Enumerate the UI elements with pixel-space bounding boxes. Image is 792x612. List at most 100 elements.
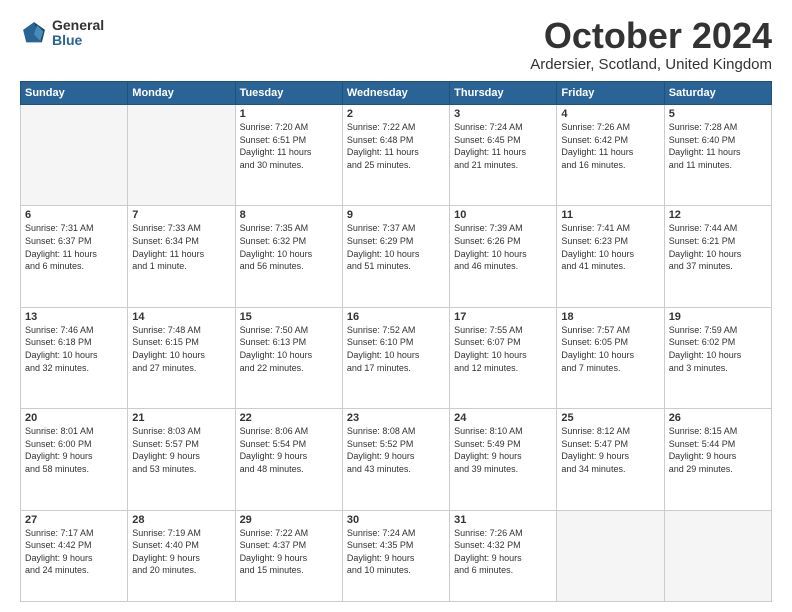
day-number: 3: [454, 108, 552, 120]
day-number: 16: [347, 311, 445, 323]
day-info: Sunrise: 7:59 AM Sunset: 6:02 PM Dayligh…: [669, 324, 767, 374]
day-info: Sunrise: 7:33 AM Sunset: 6:34 PM Dayligh…: [132, 222, 230, 272]
weekday-header: Wednesday: [342, 82, 449, 105]
weekday-header: Tuesday: [235, 82, 342, 105]
day-info: Sunrise: 8:15 AM Sunset: 5:44 PM Dayligh…: [669, 425, 767, 475]
calendar-cell: 6Sunrise: 7:31 AM Sunset: 6:37 PM Daylig…: [21, 206, 128, 307]
day-info: Sunrise: 7:26 AM Sunset: 4:32 PM Dayligh…: [454, 527, 552, 577]
month-title: October 2024: [530, 18, 772, 54]
calendar-cell: 4Sunrise: 7:26 AM Sunset: 6:42 PM Daylig…: [557, 105, 664, 206]
day-info: Sunrise: 8:08 AM Sunset: 5:52 PM Dayligh…: [347, 425, 445, 475]
day-info: Sunrise: 8:06 AM Sunset: 5:54 PM Dayligh…: [240, 425, 338, 475]
day-info: Sunrise: 8:12 AM Sunset: 5:47 PM Dayligh…: [561, 425, 659, 475]
day-number: 23: [347, 412, 445, 424]
calendar-cell: 31Sunrise: 7:26 AM Sunset: 4:32 PM Dayli…: [450, 510, 557, 601]
weekday-header: Monday: [128, 82, 235, 105]
day-info: Sunrise: 8:01 AM Sunset: 6:00 PM Dayligh…: [25, 425, 123, 475]
day-info: Sunrise: 7:19 AM Sunset: 4:40 PM Dayligh…: [132, 527, 230, 577]
calendar-week-row: 27Sunrise: 7:17 AM Sunset: 4:42 PM Dayli…: [21, 510, 772, 601]
day-number: 15: [240, 311, 338, 323]
calendar-cell: 19Sunrise: 7:59 AM Sunset: 6:02 PM Dayli…: [664, 307, 771, 408]
day-info: Sunrise: 7:22 AM Sunset: 4:37 PM Dayligh…: [240, 527, 338, 577]
day-number: 21: [132, 412, 230, 424]
calendar-cell: 16Sunrise: 7:52 AM Sunset: 6:10 PM Dayli…: [342, 307, 449, 408]
day-info: Sunrise: 7:17 AM Sunset: 4:42 PM Dayligh…: [25, 527, 123, 577]
day-number: 31: [454, 514, 552, 526]
calendar-cell: 20Sunrise: 8:01 AM Sunset: 6:00 PM Dayli…: [21, 409, 128, 510]
calendar-cell: 11Sunrise: 7:41 AM Sunset: 6:23 PM Dayli…: [557, 206, 664, 307]
calendar-cell: 1Sunrise: 7:20 AM Sunset: 6:51 PM Daylig…: [235, 105, 342, 206]
day-number: 22: [240, 412, 338, 424]
day-info: Sunrise: 7:22 AM Sunset: 6:48 PM Dayligh…: [347, 121, 445, 171]
day-number: 2: [347, 108, 445, 120]
calendar-cell: 27Sunrise: 7:17 AM Sunset: 4:42 PM Dayli…: [21, 510, 128, 601]
calendar-cell: 3Sunrise: 7:24 AM Sunset: 6:45 PM Daylig…: [450, 105, 557, 206]
day-info: Sunrise: 7:44 AM Sunset: 6:21 PM Dayligh…: [669, 222, 767, 272]
day-info: Sunrise: 7:55 AM Sunset: 6:07 PM Dayligh…: [454, 324, 552, 374]
logo-text: General Blue: [52, 18, 104, 49]
day-number: 24: [454, 412, 552, 424]
day-info: Sunrise: 7:41 AM Sunset: 6:23 PM Dayligh…: [561, 222, 659, 272]
calendar-cell: 10Sunrise: 7:39 AM Sunset: 6:26 PM Dayli…: [450, 206, 557, 307]
calendar-cell: [128, 105, 235, 206]
day-number: 10: [454, 209, 552, 221]
weekday-header: Thursday: [450, 82, 557, 105]
calendar-cell: 18Sunrise: 7:57 AM Sunset: 6:05 PM Dayli…: [557, 307, 664, 408]
day-number: 8: [240, 209, 338, 221]
day-number: 17: [454, 311, 552, 323]
weekday-header: Saturday: [664, 82, 771, 105]
calendar-cell: 7Sunrise: 7:33 AM Sunset: 6:34 PM Daylig…: [128, 206, 235, 307]
page: General Blue October 2024 Ardersier, Sco…: [0, 0, 792, 612]
day-info: Sunrise: 7:52 AM Sunset: 6:10 PM Dayligh…: [347, 324, 445, 374]
calendar-cell: 22Sunrise: 8:06 AM Sunset: 5:54 PM Dayli…: [235, 409, 342, 510]
day-number: 5: [669, 108, 767, 120]
calendar-cell: 9Sunrise: 7:37 AM Sunset: 6:29 PM Daylig…: [342, 206, 449, 307]
day-number: 11: [561, 209, 659, 221]
calendar-cell: 29Sunrise: 7:22 AM Sunset: 4:37 PM Dayli…: [235, 510, 342, 601]
day-info: Sunrise: 7:24 AM Sunset: 6:45 PM Dayligh…: [454, 121, 552, 171]
calendar-cell: 24Sunrise: 8:10 AM Sunset: 5:49 PM Dayli…: [450, 409, 557, 510]
day-number: 19: [669, 311, 767, 323]
day-info: Sunrise: 8:03 AM Sunset: 5:57 PM Dayligh…: [132, 425, 230, 475]
calendar-cell: 28Sunrise: 7:19 AM Sunset: 4:40 PM Dayli…: [128, 510, 235, 601]
day-number: 20: [25, 412, 123, 424]
day-info: Sunrise: 7:26 AM Sunset: 6:42 PM Dayligh…: [561, 121, 659, 171]
day-number: 9: [347, 209, 445, 221]
calendar-week-row: 1Sunrise: 7:20 AM Sunset: 6:51 PM Daylig…: [21, 105, 772, 206]
day-info: Sunrise: 7:20 AM Sunset: 6:51 PM Dayligh…: [240, 121, 338, 171]
day-info: Sunrise: 7:35 AM Sunset: 6:32 PM Dayligh…: [240, 222, 338, 272]
day-number: 12: [669, 209, 767, 221]
calendar-cell: 30Sunrise: 7:24 AM Sunset: 4:35 PM Dayli…: [342, 510, 449, 601]
calendar-cell: 23Sunrise: 8:08 AM Sunset: 5:52 PM Dayli…: [342, 409, 449, 510]
day-info: Sunrise: 7:31 AM Sunset: 6:37 PM Dayligh…: [25, 222, 123, 272]
calendar-header-row: SundayMondayTuesdayWednesdayThursdayFrid…: [21, 82, 772, 105]
day-number: 28: [132, 514, 230, 526]
weekday-header: Sunday: [21, 82, 128, 105]
title-block: October 2024 Ardersier, Scotland, United…: [530, 18, 772, 73]
weekday-header: Friday: [557, 82, 664, 105]
calendar-cell: 2Sunrise: 7:22 AM Sunset: 6:48 PM Daylig…: [342, 105, 449, 206]
calendar-cell: 14Sunrise: 7:48 AM Sunset: 6:15 PM Dayli…: [128, 307, 235, 408]
calendar-week-row: 20Sunrise: 8:01 AM Sunset: 6:00 PM Dayli…: [21, 409, 772, 510]
day-number: 29: [240, 514, 338, 526]
day-number: 26: [669, 412, 767, 424]
calendar-cell: 17Sunrise: 7:55 AM Sunset: 6:07 PM Dayli…: [450, 307, 557, 408]
day-number: 1: [240, 108, 338, 120]
day-number: 13: [25, 311, 123, 323]
day-number: 14: [132, 311, 230, 323]
day-info: Sunrise: 7:37 AM Sunset: 6:29 PM Dayligh…: [347, 222, 445, 272]
calendar-cell: 25Sunrise: 8:12 AM Sunset: 5:47 PM Dayli…: [557, 409, 664, 510]
calendar-week-row: 6Sunrise: 7:31 AM Sunset: 6:37 PM Daylig…: [21, 206, 772, 307]
day-number: 25: [561, 412, 659, 424]
logo-blue: Blue: [52, 33, 104, 48]
day-info: Sunrise: 7:39 AM Sunset: 6:26 PM Dayligh…: [454, 222, 552, 272]
calendar-cell: 15Sunrise: 7:50 AM Sunset: 6:13 PM Dayli…: [235, 307, 342, 408]
header: General Blue October 2024 Ardersier, Sco…: [20, 18, 772, 73]
day-info: Sunrise: 7:28 AM Sunset: 6:40 PM Dayligh…: [669, 121, 767, 171]
day-info: Sunrise: 7:57 AM Sunset: 6:05 PM Dayligh…: [561, 324, 659, 374]
calendar-cell: 12Sunrise: 7:44 AM Sunset: 6:21 PM Dayli…: [664, 206, 771, 307]
calendar-cell: 8Sunrise: 7:35 AM Sunset: 6:32 PM Daylig…: [235, 206, 342, 307]
day-info: Sunrise: 7:50 AM Sunset: 6:13 PM Dayligh…: [240, 324, 338, 374]
calendar-cell: [21, 105, 128, 206]
calendar-table: SundayMondayTuesdayWednesdayThursdayFrid…: [20, 81, 772, 602]
